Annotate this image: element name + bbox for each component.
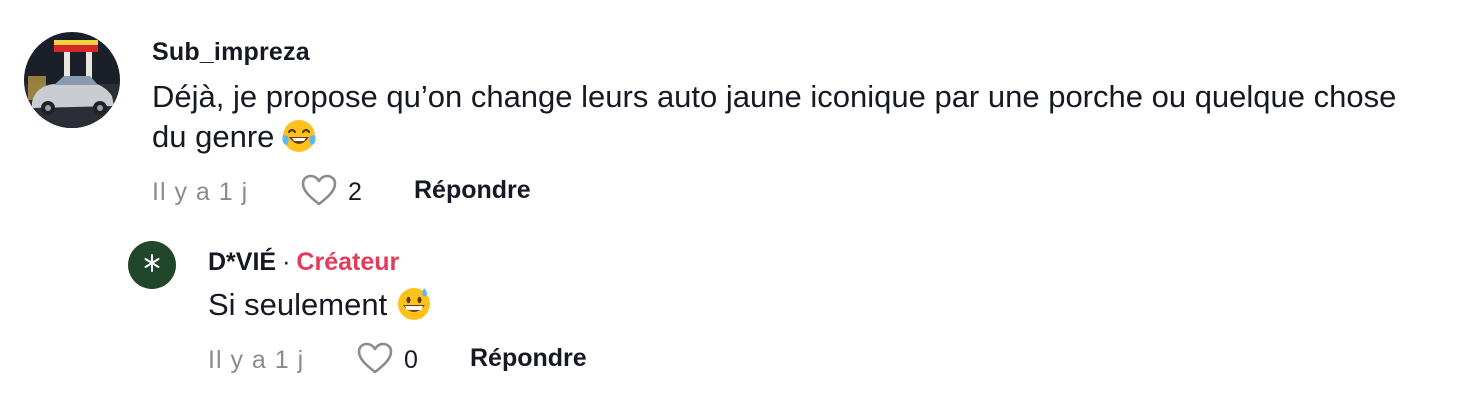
reply-meta: Il y a 1 j 0 Répondre	[208, 340, 708, 380]
creator-badge: Créateur	[296, 248, 400, 276]
reply-button[interactable]: Répondre	[470, 344, 587, 373]
reply-button[interactable]: Répondre	[414, 176, 531, 205]
like-button[interactable]: 0	[356, 340, 418, 380]
comment-timestamp: Il y a 1 j	[152, 177, 249, 206]
face-with-tears-of-joy-icon	[280, 117, 318, 165]
reply-username[interactable]: D*VIÉ	[208, 248, 276, 277]
like-button[interactable]: 2	[300, 172, 362, 212]
grinning-face-with-sweat-icon	[395, 285, 433, 333]
reply-timestamp: Il y a 1 j	[208, 345, 305, 374]
like-count: 2	[348, 177, 362, 206]
heart-outline-icon[interactable]	[356, 341, 394, 380]
asterisk-icon	[142, 253, 162, 278]
comment-text: Déjà, je propose qu’on change leurs auto…	[152, 79, 1397, 154]
reply-text: Si seulement	[208, 287, 388, 322]
reply-header: D*VIÉ · Créateur	[208, 248, 399, 277]
separator-dot: ·	[282, 248, 291, 276]
reply-body: Si seulement	[208, 285, 433, 333]
avatar[interactable]	[24, 32, 120, 128]
comment-body: Déjà, je propose qu’on change leurs auto…	[152, 77, 1422, 165]
like-count: 0	[404, 345, 418, 374]
creator-avatar[interactable]	[128, 241, 176, 289]
comment-username[interactable]: Sub_impreza	[152, 38, 310, 67]
heart-outline-icon[interactable]	[300, 173, 338, 212]
comment-meta: Il y a 1 j 2 Répondre	[152, 172, 652, 212]
